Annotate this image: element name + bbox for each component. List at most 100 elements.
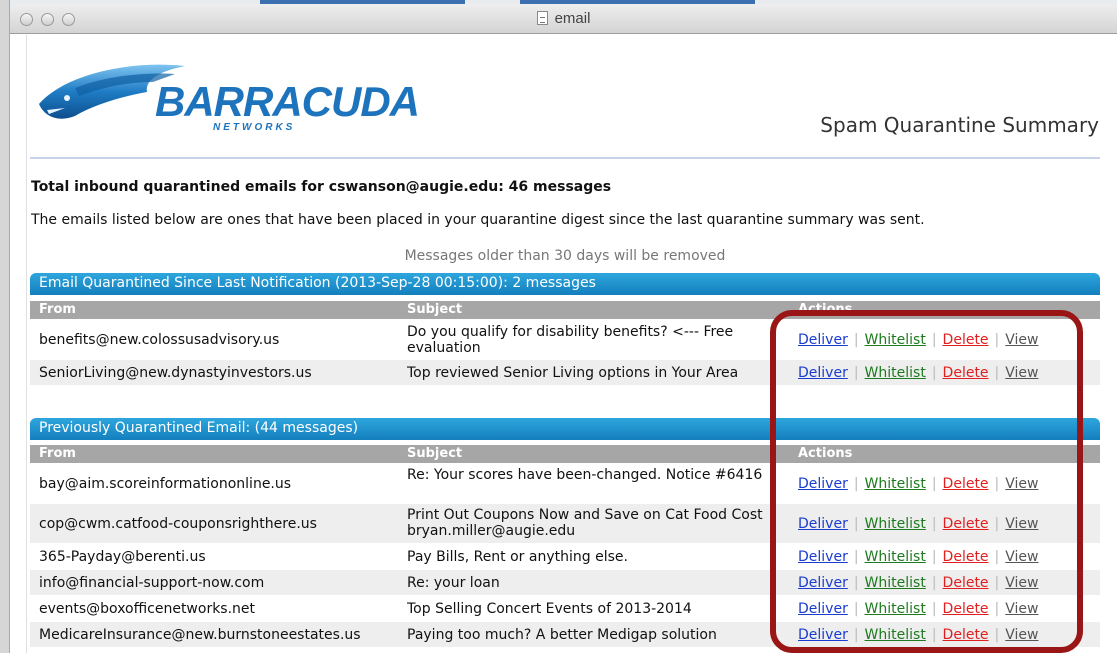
subject: Top Selling Concert Events of 2013-2014: [407, 601, 692, 617]
delete-link[interactable]: Delete: [943, 627, 989, 643]
action-separator: |: [931, 476, 937, 492]
subject: Top reviewed Senior Living options in Yo…: [407, 365, 739, 381]
action-separator: |: [931, 575, 937, 591]
summary-description: The emails listed below are ones that ha…: [31, 212, 925, 228]
sender: cop@cwm.catfood-couponsrighthere.us: [39, 516, 317, 532]
delete-link[interactable]: Delete: [943, 601, 989, 617]
action-separator: |: [853, 627, 859, 643]
action-separator: |: [931, 516, 937, 532]
action-separator: |: [853, 575, 859, 591]
row-actions: Deliver | Whitelist | Delete | View: [798, 601, 1039, 617]
window-titlebar[interactable]: email: [10, 4, 1117, 34]
table-row: info@financial-support-now.com Re: your …: [30, 570, 1100, 596]
row-actions: Deliver | Whitelist | Delete | View: [798, 575, 1039, 591]
column-actions: Actions: [798, 446, 853, 461]
delete-link[interactable]: Delete: [943, 332, 989, 348]
table-row: SeniorLiving@new.dynastyinvestors.us Top…: [30, 360, 1100, 386]
view-link[interactable]: View: [1005, 516, 1038, 532]
column-subject: Subject: [407, 302, 463, 317]
row-actions: Deliver | Whitelist | Delete | View: [798, 549, 1039, 565]
document-icon: [536, 11, 548, 25]
action-separator: |: [994, 627, 1000, 643]
deliver-link[interactable]: Deliver: [798, 332, 848, 348]
action-separator: |: [994, 476, 1000, 492]
row-actions: Deliver | Whitelist | Delete | View: [798, 332, 1039, 348]
whitelist-link[interactable]: Whitelist: [865, 549, 926, 565]
whitelist-link[interactable]: Whitelist: [865, 332, 926, 348]
column-header-row: From Subject Actions: [30, 301, 1100, 319]
sender: MedicareInsurance@new.burnstoneestates.u…: [39, 627, 361, 643]
sender: SeniorLiving@new.dynastyinvestors.us: [39, 365, 312, 381]
deliver-link[interactable]: Deliver: [798, 627, 848, 643]
subject: Pay Bills, Rent or anything else.: [407, 549, 628, 565]
section-header-new: Email Quarantined Since Last Notificatio…: [30, 273, 1100, 295]
subject: Re: your loan: [407, 575, 500, 591]
view-link[interactable]: View: [1005, 365, 1038, 381]
table-row: cop@cwm.catfood-couponsrighthere.us Prin…: [30, 504, 1100, 544]
action-separator: |: [853, 332, 859, 348]
whitelist-link[interactable]: Whitelist: [865, 601, 926, 617]
sender: info@financial-support-now.com: [39, 575, 265, 591]
view-link[interactable]: View: [1005, 332, 1038, 348]
table-row: 365-Payday@berenti.us Pay Bills, Rent or…: [30, 544, 1100, 570]
action-separator: |: [853, 516, 859, 532]
whitelist-link[interactable]: Whitelist: [865, 575, 926, 591]
action-separator: |: [994, 332, 1000, 348]
sender: 365-Payday@berenti.us: [39, 549, 206, 565]
subject: Paying too much? A better Medigap soluti…: [407, 627, 717, 643]
total-count: Total inbound quarantined emails for csw…: [31, 179, 612, 195]
row-actions: Deliver | Whitelist | Delete | View: [798, 516, 1039, 532]
table-row: MedicareInsurance@new.burnstoneestates.u…: [30, 622, 1100, 648]
logo-wordmark: BARRACUDA: [155, 78, 420, 125]
table-row: benefits@new.colossusadvisory.us Do you …: [30, 320, 1100, 360]
view-link[interactable]: View: [1005, 549, 1038, 565]
sender: benefits@new.colossusadvisory.us: [39, 332, 280, 348]
deliver-link[interactable]: Deliver: [798, 476, 848, 492]
header-divider: [30, 157, 1100, 159]
view-link[interactable]: View: [1005, 476, 1038, 492]
deliver-link[interactable]: Deliver: [798, 516, 848, 532]
row-actions: Deliver | Whitelist | Delete | View: [798, 365, 1039, 381]
section-header-previous: Previously Quarantined Email: (44 messag…: [30, 418, 1100, 440]
subject: Do you qualify for disability benefits? …: [407, 324, 734, 356]
background-window-edge: [0, 0, 10, 653]
delete-link[interactable]: Delete: [943, 365, 989, 381]
delete-link[interactable]: Delete: [943, 575, 989, 591]
sender: events@boxofficenetworks.net: [39, 601, 256, 617]
action-separator: |: [931, 601, 937, 617]
whitelist-link[interactable]: Whitelist: [865, 476, 926, 492]
action-separator: |: [853, 549, 859, 565]
action-separator: |: [931, 365, 937, 381]
whitelist-link[interactable]: Whitelist: [865, 365, 926, 381]
view-link[interactable]: View: [1005, 575, 1038, 591]
action-separator: |: [931, 627, 937, 643]
window-title: email: [10, 10, 1117, 27]
whitelist-link[interactable]: Whitelist: [865, 516, 926, 532]
subject: Print Out Coupons Now and Save on Cat Fo…: [407, 507, 763, 539]
deliver-link[interactable]: Deliver: [798, 365, 848, 381]
page-title: Spam Quarantine Summary: [820, 113, 1099, 137]
view-link[interactable]: View: [1005, 627, 1038, 643]
deliver-link[interactable]: Deliver: [798, 601, 848, 617]
action-separator: |: [994, 365, 1000, 381]
barracuda-logo: BARRACUDA NETWORKS: [35, 52, 420, 142]
action-separator: |: [931, 549, 937, 565]
view-link[interactable]: View: [1005, 601, 1038, 617]
whitelist-link[interactable]: Whitelist: [865, 627, 926, 643]
row-actions: Deliver | Whitelist | Delete | View: [798, 476, 1039, 492]
sender: bay@aim.scoreinformationonline.us: [39, 476, 292, 492]
column-header-row: From Subject Actions: [30, 445, 1100, 463]
action-separator: |: [853, 601, 859, 617]
subject: Re: Your scores have been-changed. Notic…: [407, 467, 763, 483]
deliver-link[interactable]: Deliver: [798, 549, 848, 565]
action-separator: |: [994, 601, 1000, 617]
delete-link[interactable]: Delete: [943, 476, 989, 492]
deliver-link[interactable]: Deliver: [798, 575, 848, 591]
action-separator: |: [994, 575, 1000, 591]
action-separator: |: [994, 549, 1000, 565]
logo-subtitle: NETWORKS: [213, 122, 296, 133]
delete-link[interactable]: Delete: [943, 549, 989, 565]
action-separator: |: [994, 516, 1000, 532]
delete-link[interactable]: Delete: [943, 516, 989, 532]
action-separator: |: [853, 476, 859, 492]
